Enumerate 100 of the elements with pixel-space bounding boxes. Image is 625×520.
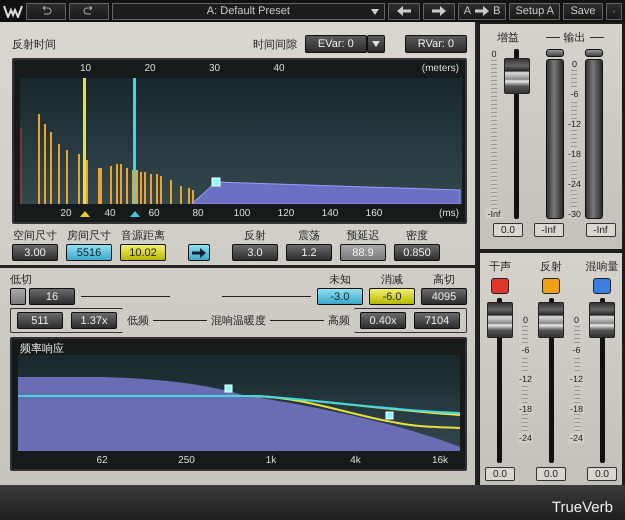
scale-label: -24 xyxy=(566,179,582,189)
menu-button[interactable] xyxy=(606,2,622,20)
scale-label: -18 xyxy=(566,149,582,159)
axis-label: 140 xyxy=(322,208,338,219)
scale-label: -12 xyxy=(569,374,584,384)
parameter-label: 房间尺寸 xyxy=(67,228,111,243)
fader[interactable] xyxy=(589,298,616,463)
fader-thumb[interactable] xyxy=(504,58,530,94)
product-name: TrueVerb xyxy=(552,499,613,516)
parameter-label: 未知 xyxy=(329,273,351,287)
axis-label: 62 xyxy=(96,455,108,466)
triangle-marker-icon xyxy=(130,211,140,217)
channel-label: 干声 xyxy=(488,260,512,274)
value-field[interactable]: 1.2 xyxy=(286,244,332,261)
value-field[interactable]: 5516 xyxy=(66,244,112,261)
previous-button[interactable] xyxy=(388,2,420,20)
undo-button[interactable] xyxy=(26,2,66,20)
fader-thumb[interactable] xyxy=(486,302,513,338)
section-title: 反射时间 xyxy=(12,38,56,52)
value-field[interactable]: 4095 xyxy=(421,288,467,305)
scale-label: -30 xyxy=(566,209,582,219)
scale-label: 0 xyxy=(573,315,580,325)
section-title: 混响温暖度 xyxy=(211,314,266,328)
clip-indicator xyxy=(546,49,564,57)
scale-label: -6 xyxy=(569,89,580,99)
triangle-marker-icon xyxy=(80,211,90,217)
value-field[interactable]: -3.0 xyxy=(317,288,363,305)
value-field[interactable]: 3.00 xyxy=(12,244,58,261)
setup-button[interactable]: Setup A xyxy=(509,2,560,20)
gain-readout: 0.0 xyxy=(492,223,523,237)
evar-button[interactable]: EVar: 0 xyxy=(304,35,367,53)
axis-label: 100 xyxy=(234,208,250,219)
value-field[interactable]: 3.0 xyxy=(232,244,278,261)
parameter-label: 消减 xyxy=(381,273,403,287)
channel-button[interactable] xyxy=(593,278,612,294)
fader[interactable] xyxy=(538,298,564,463)
channel-label: 反射 xyxy=(539,260,563,274)
value-field[interactable]: 0.40x xyxy=(360,312,406,329)
axis-label: 10 xyxy=(80,63,92,74)
link-button[interactable] xyxy=(188,244,210,261)
axis-label: 16k xyxy=(432,455,448,466)
meter-readout: -Inf xyxy=(586,223,616,237)
chart-title: 频率响应 xyxy=(20,342,64,356)
value-field[interactable]: 7104 xyxy=(414,312,460,329)
value-field[interactable]: -6.0 xyxy=(369,288,415,305)
value-field[interactable]: 10.02 xyxy=(120,244,166,261)
arrow-right-icon xyxy=(475,6,490,16)
value-field[interactable]: 1.37x xyxy=(71,312,117,329)
axis-label: 20 xyxy=(60,208,72,219)
scale-label: -18 xyxy=(569,404,584,414)
axis-label: 20 xyxy=(144,63,156,74)
channel-button[interactable] xyxy=(542,278,560,294)
channel-label: 混响量 xyxy=(584,260,620,274)
arrow-left-icon xyxy=(396,6,411,16)
channel-button[interactable] xyxy=(490,278,509,294)
scale-label: 0 xyxy=(522,315,529,325)
axis-label: 60 xyxy=(148,208,160,219)
scale-label: 0 xyxy=(570,59,578,69)
axis-unit: (meters) xyxy=(422,63,459,74)
axis-label: 40 xyxy=(104,208,116,219)
evar-dropdown-button[interactable] xyxy=(366,35,385,53)
compare-button[interactable]: A B xyxy=(458,2,506,20)
channel-readout: 0.0 xyxy=(536,467,566,481)
parameter-label: 空间尺寸 xyxy=(13,228,57,243)
band-label: 高频 xyxy=(328,314,350,328)
next-button[interactable] xyxy=(422,2,455,20)
parameter-label: 高切 xyxy=(433,272,455,287)
clip-indicator xyxy=(585,49,603,57)
meter-readout: -Inf xyxy=(534,223,564,237)
axis-unit: (ms) xyxy=(439,208,459,219)
toggle-button[interactable] xyxy=(10,288,26,305)
preset-field[interactable]: A: Default Preset xyxy=(112,2,385,20)
value-field[interactable]: 0.850 xyxy=(394,244,440,261)
redo-button[interactable] xyxy=(69,2,109,20)
fader[interactable] xyxy=(504,49,530,219)
scale-label: -24 xyxy=(569,433,584,443)
scale-label: 0 xyxy=(490,49,498,59)
gap-label: 时间间隙 xyxy=(252,38,297,52)
logo-icon xyxy=(3,4,23,18)
rvar-button[interactable]: RVar: 0 xyxy=(404,35,467,53)
fader[interactable] xyxy=(486,298,513,463)
arrow-right-icon xyxy=(432,6,446,16)
save-button[interactable]: Save xyxy=(563,2,603,20)
fader-thumb[interactable] xyxy=(538,302,564,338)
dropdown-icon xyxy=(372,41,380,47)
arrow-right-icon xyxy=(192,248,206,258)
value-field[interactable]: 511 xyxy=(17,312,63,329)
parameter-label: 反射 xyxy=(244,229,266,243)
axis-label: 250 xyxy=(178,455,195,466)
value-field[interactable]: 16 xyxy=(29,288,75,305)
band-label: 低频 xyxy=(127,314,149,328)
scale-label: -12 xyxy=(566,119,582,129)
parameter-label: 音源距离 xyxy=(121,228,165,243)
parameter-label: 低切 xyxy=(10,273,32,287)
parameter-label: 密度 xyxy=(406,228,428,243)
axis-label: 120 xyxy=(278,208,294,219)
scale-label: -12 xyxy=(518,374,533,384)
fader-thumb[interactable] xyxy=(589,302,616,338)
axis-label: 4k xyxy=(350,455,361,466)
scale-label: -6 xyxy=(520,344,530,354)
